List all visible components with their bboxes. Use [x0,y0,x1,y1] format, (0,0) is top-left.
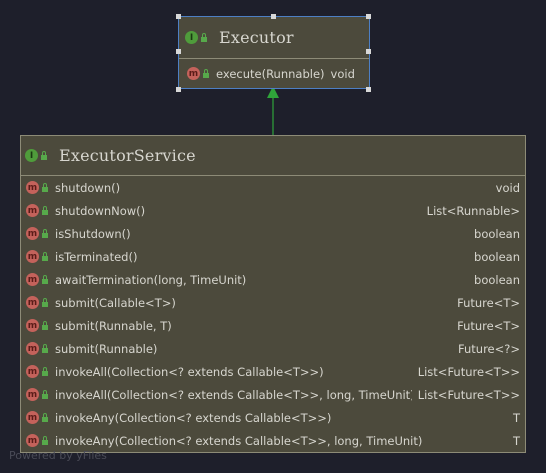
method-icon: m [26,319,39,332]
selection-handle[interactable] [176,87,181,92]
public-lock-icon [42,297,48,307]
method-return-type: void [330,66,355,81]
method-return-type: List<Future<T>> [417,364,520,379]
selection-handle[interactable] [271,14,276,19]
executor-service-methods: m shutdown() void m shutdownNow() List<Runnab… [21,176,525,452]
interface-icon: I [25,149,38,162]
method-row[interactable]: m isShutdown() boolean [21,222,525,245]
executor-service-title: ExecutorService [59,146,196,165]
method-name: awaitTermination(long, TimeUnit) [55,272,247,287]
method-icon: m [26,342,39,355]
method-return-type: Future<?> [458,341,520,356]
public-lock-icon [41,150,47,160]
public-lock-icon [42,343,48,353]
method-icon: m [26,273,39,286]
method-icon: m [26,204,39,217]
method-return-type: boolean [474,226,520,241]
selection-handle[interactable] [366,49,371,54]
method-name: invokeAny(Collection<? extends Callable<… [55,433,423,448]
public-lock-icon [42,435,48,445]
method-row[interactable]: m isTerminated() boolean [21,245,525,268]
method-icon: m [187,67,200,80]
method-row[interactable]: m invokeAll(Collection<? extends Callable… [21,383,525,406]
method-name: invokeAll(Collection<? extends Callable<… [55,387,412,402]
method-name: isShutdown() [55,226,131,241]
method-name: shutdownNow() [55,203,146,218]
public-lock-icon [42,389,48,399]
method-row[interactable]: m execute(Runnable) void [179,62,369,85]
method-row[interactable]: m shutdown() void [21,176,525,199]
public-lock-icon [203,68,209,78]
method-name: invokeAny(Collection<? extends Callable<… [55,410,332,425]
method-name: submit(Runnable) [55,341,158,356]
method-return-type: T [512,410,520,425]
method-row[interactable]: m submit(Callable<T>) Future<T> [21,291,525,314]
method-return-type: Future<T> [457,318,520,333]
public-lock-icon [42,320,48,330]
method-icon: m [26,411,39,424]
public-lock-icon [201,32,207,42]
method-name: execute(Runnable) [216,66,325,81]
executor-service-header: I ExecutorService [21,136,525,176]
method-row[interactable]: m awaitTermination(long, TimeUnit) boolean [21,268,525,291]
method-row[interactable]: m shutdownNow() List<Runnable> [21,199,525,222]
interface-icon: I [185,31,198,44]
public-lock-icon [42,274,48,284]
selection-handle[interactable] [366,14,371,19]
method-row[interactable]: m invokeAll(Collection<? extends Callable… [21,360,525,383]
public-lock-icon [42,251,48,261]
method-return-type: List<Future<T>> [417,387,520,402]
method-return-type: boolean [474,249,520,264]
selection-handle[interactable] [176,14,181,19]
executor-service-node[interactable]: I ExecutorService m shutdown() void m shutdo… [20,135,526,453]
selection-handle[interactable] [176,49,181,54]
executor-title: Executor [219,28,294,47]
method-return-type: T [512,433,520,448]
public-lock-icon [42,228,48,238]
method-row[interactable]: m invokeAny(Collection<? extends Callable… [21,406,525,429]
executor-header: I Executor [179,17,369,59]
method-return-type: Future<T> [457,295,520,310]
method-icon: m [26,227,39,240]
selection-handle[interactable] [366,87,371,92]
method-row[interactable]: m submit(Runnable) Future<?> [21,337,525,360]
public-lock-icon [42,205,48,215]
executor-node[interactable]: I Executor m execute(Runnable) void [178,16,370,89]
public-lock-icon [42,182,48,192]
method-icon: m [26,365,39,378]
public-lock-icon [42,412,48,422]
method-return-type: void [495,180,520,195]
public-lock-icon [42,366,48,376]
method-icon: m [26,434,39,447]
watermark: Powered by yFiles [9,449,107,462]
method-icon: m [26,250,39,263]
method-name: submit(Runnable, T) [55,318,172,333]
executor-methods: m execute(Runnable) void [179,59,369,85]
method-icon: m [26,181,39,194]
method-name: shutdown() [55,180,121,195]
method-return-type: List<Runnable> [426,203,520,218]
method-row[interactable]: m submit(Runnable, T) Future<T> [21,314,525,337]
method-name: invokeAll(Collection<? extends Callable<… [55,364,324,379]
method-return-type: boolean [474,272,520,287]
method-name: isTerminated() [55,249,138,264]
method-icon: m [26,296,39,309]
method-name: submit(Callable<T>) [55,295,176,310]
method-icon: m [26,388,39,401]
